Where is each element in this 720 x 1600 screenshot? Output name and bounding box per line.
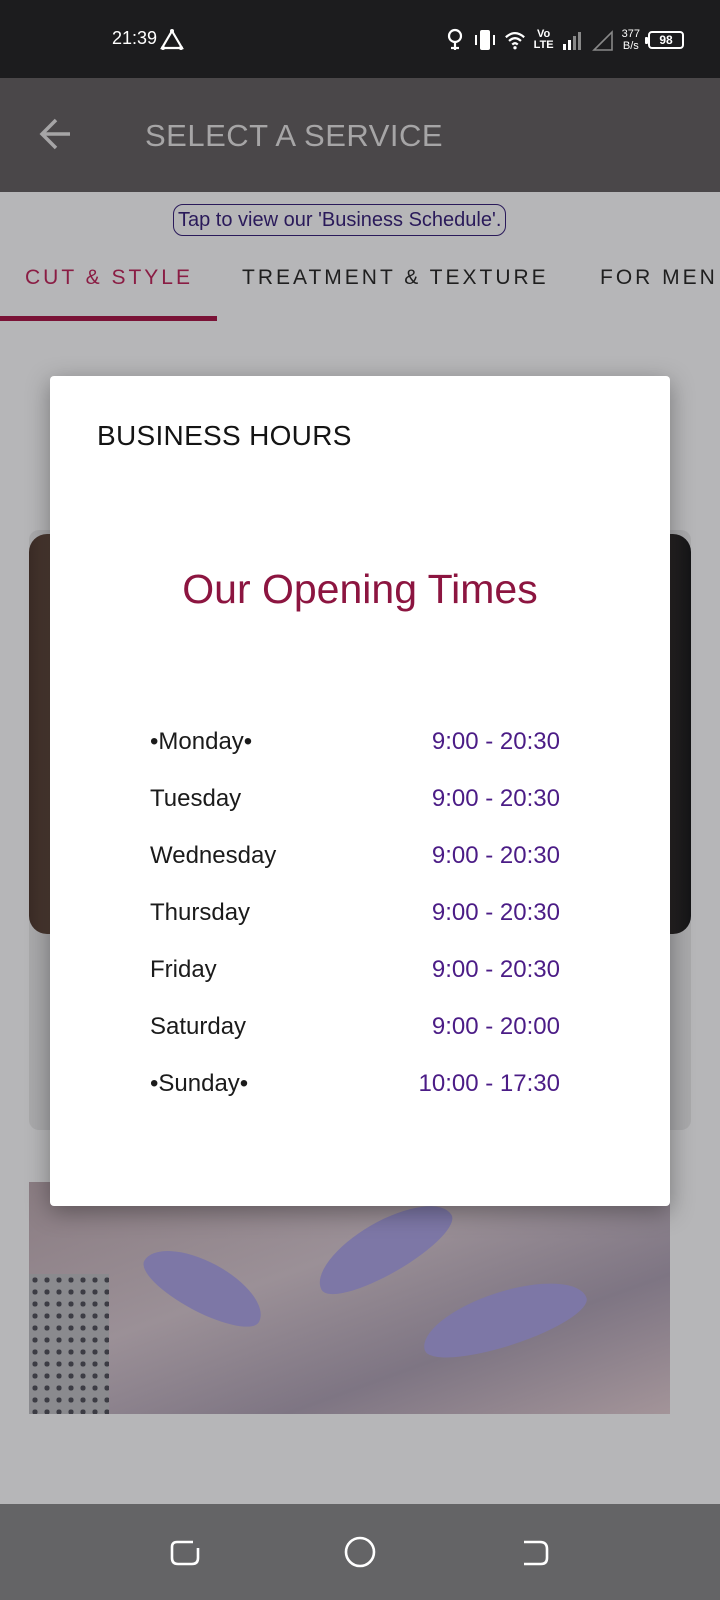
hours-row-friday: Friday 9:00 - 20:30 (150, 956, 560, 1013)
time-range: 9:00 - 20:30 (431, 785, 560, 812)
volte-indicator: Vo LTE (533, 28, 554, 51)
recent-apps-icon[interactable] (167, 1534, 203, 1570)
nails-service-photo[interactable] (29, 1182, 670, 1414)
tab-for-men[interactable]: FOR MEN (600, 266, 718, 290)
opening-times-heading: Our Opening Times (182, 566, 538, 612)
nail-shape (134, 1234, 274, 1340)
back-arrow-icon[interactable] (36, 114, 76, 154)
day-label: Wednesday (150, 842, 277, 869)
status-icons: Vo LTE 377 B/s 98 (444, 24, 684, 56)
hours-row-sunday: •Sunday• 10:00 - 17:30 (150, 1070, 560, 1127)
active-tab-indicator (0, 316, 217, 321)
tab-cut-style[interactable]: CUT & STYLE (25, 266, 193, 290)
vibrate-icon (474, 30, 495, 50)
business-schedule-link[interactable]: Tap to view our 'Business Schedule'. (173, 204, 507, 236)
day-label: •Sunday• (150, 1070, 249, 1097)
time-range: 9:00 - 20:00 (431, 1013, 560, 1040)
location-icon (447, 28, 462, 50)
hours-row-saturday: Saturday 9:00 - 20:00 (150, 1013, 560, 1070)
day-label: Friday (150, 956, 217, 983)
signal-empty-icon (591, 30, 613, 51)
nail-shape (414, 1267, 594, 1371)
status-bar: 21:39 Vo LTE 377 B/s 98 (0, 0, 720, 78)
page-title: SELECT A SERVICE (145, 118, 444, 153)
dialog-title: BUSINESS HOURS (97, 420, 352, 451)
day-label: Saturday (150, 1013, 247, 1040)
time-range: 9:00 - 20:30 (431, 899, 560, 926)
photo-texture (29, 1274, 109, 1414)
wifi-icon (504, 32, 525, 50)
battery-icon: 98 (645, 31, 684, 49)
signal-icon (562, 32, 581, 50)
hours-row-thursday: Thursday 9:00 - 20:30 (150, 899, 560, 956)
day-label: Tuesday (150, 785, 242, 812)
net-speed: 377 B/s (621, 28, 640, 52)
system-nav-bar (0, 1504, 720, 1600)
time-range: 9:00 - 20:30 (431, 956, 560, 983)
service-tabs: CUT & STYLE TREATMENT & TEXTURE FOR MEN (0, 252, 720, 324)
business-hours-dialog: BUSINESS HOURS Our Opening Times •Monday… (50, 376, 670, 1206)
app-bar: SELECT A SERVICE (0, 78, 720, 192)
time-range: 9:00 - 20:30 (431, 842, 560, 869)
back-icon[interactable] (516, 1534, 552, 1570)
hours-list: •Monday• 9:00 - 20:30 Tuesday 9:00 - 20:… (150, 728, 560, 1127)
hours-row-monday: •Monday• 9:00 - 20:30 (150, 728, 560, 785)
time-range: 10:00 - 17:30 (418, 1070, 560, 1097)
tab-treatment-texture[interactable]: TREATMENT & TEXTURE (242, 266, 549, 290)
hours-row-wednesday: Wednesday 9:00 - 20:30 (150, 842, 560, 899)
hours-row-tuesday: Tuesday 9:00 - 20:30 (150, 785, 560, 842)
status-time: 21:39 (112, 28, 158, 48)
alert-triangle-icon (160, 28, 184, 50)
home-icon[interactable] (342, 1534, 378, 1570)
day-label: Thursday (150, 899, 251, 926)
time-range: 9:00 - 20:30 (431, 728, 560, 755)
day-label: •Monday• (150, 728, 253, 755)
